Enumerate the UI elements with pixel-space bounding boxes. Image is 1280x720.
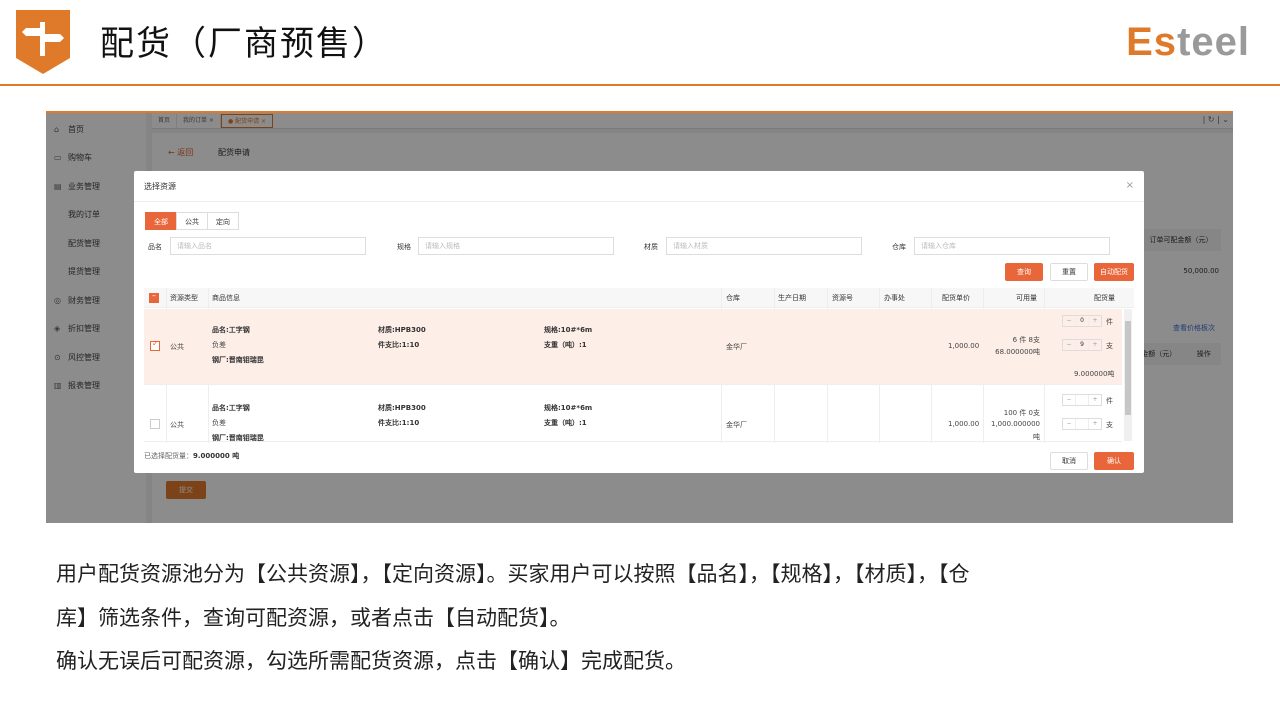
piece-stepper[interactable]: −0 + [1062,315,1102,327]
query-button[interactable]: 查询 [1005,263,1043,281]
filter-label-spec: 规格 [397,243,411,251]
row-checkbox[interactable] [150,419,160,429]
table-row[interactable]: 公共 品名:工字钢 负差 钢厂:晋南钼瑞昆 材质:HPB300 件支比:1:10… [144,309,1122,385]
material-input[interactable]: 请输入材质 [666,237,862,255]
app-screenshot: ⌂首页 ▭购物车 ▤业务管理⌄ 我的订单 配货管理⌄ 提货管理⌄ ◎财务管理⌄ … [46,111,1233,523]
esteel-logo: Esteel [1126,19,1250,64]
resource-type-segment: 全部 公共 定向 [145,212,239,230]
filter-label-material: 材质 [644,243,658,251]
header-divider [0,84,1280,86]
auto-allocate-button[interactable]: 自动配货 [1094,263,1134,281]
reset-button[interactable]: 重置 [1050,263,1088,281]
dialog-title: 选择资源 [144,182,176,191]
filter-label-name: 品名 [148,243,162,251]
bar-stepper[interactable]: − + [1062,418,1102,430]
confirm-button[interactable]: 确认 [1094,452,1134,470]
description-line: 确认无误后可配资源，勾选所需配货资源，点击【确认】完成配货。 [56,649,686,673]
selected-total: 已选择配货量：9.000000 吨 [144,452,240,460]
segment-directed[interactable]: 定向 [207,212,239,230]
segment-public[interactable]: 公共 [176,212,208,230]
description-line: 用户配货资源池分为【公共资源】，【定向资源】。买家用户可以按照【品名】，【规格】… [56,562,970,586]
description-line: 库】筛选条件，查询可配资源，或者点击【自动配货】。 [56,606,571,630]
warehouse-input[interactable]: 请输入仓库 [914,237,1110,255]
section-badge-icon [16,10,70,74]
spec-input[interactable]: 请输入规格 [418,237,614,255]
segment-all[interactable]: 全部 [145,212,177,230]
table-row[interactable]: 公共 品名:工字钢 负差 钢厂:晋南钼瑞昆 材质:HPB300 件支比:1:10… [144,386,1122,442]
name-input[interactable]: 请输入品名 [170,237,366,255]
select-resource-dialog: 选择资源 × 全部 公共 定向 品名 请输入品名 规格 请输入规格 材质 请输入… [134,171,1144,473]
table-scrollbar[interactable] [1124,309,1132,441]
resource-table-header: 资源类型 商品信息 仓库 生产日期 资源号 办事处 配货单价 可用量 配货量 [144,288,1134,308]
filter-label-warehouse: 仓库 [892,243,906,251]
slide-title: 配货（厂商预售） [100,24,388,64]
row-checkbox[interactable] [150,339,160,351]
select-all-checkbox[interactable] [149,291,159,303]
bar-stepper[interactable]: −9 + [1062,339,1102,351]
cancel-button[interactable]: 取消 [1050,452,1088,470]
close-icon[interactable]: × [1126,180,1134,191]
piece-stepper[interactable]: − + [1062,394,1102,406]
